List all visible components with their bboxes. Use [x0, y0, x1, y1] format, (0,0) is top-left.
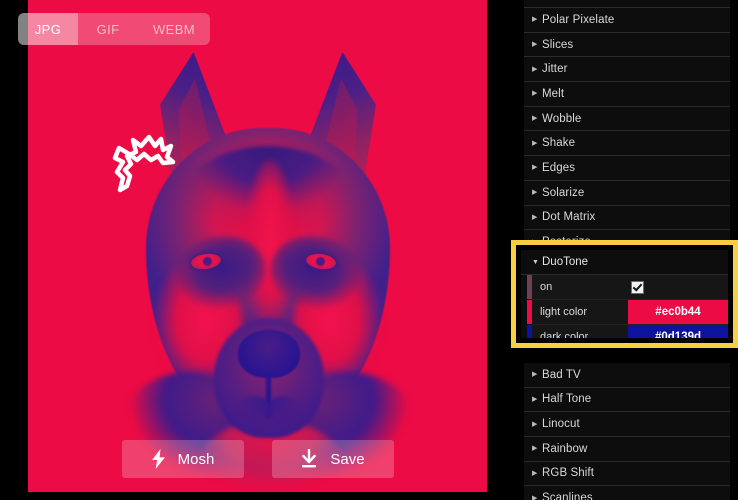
effect-row-polar-pixelate[interactable]: ▶ Polar Pixelate	[524, 8, 730, 33]
effect-label: Slices	[542, 38, 574, 51]
chevron-right-icon: ▶	[532, 90, 538, 98]
duotone-highlight-box: ▼ DuoTone on light color #ec0b44 dark co…	[511, 240, 738, 348]
effect-label: Edges	[542, 161, 576, 174]
effect-label: Half Tone	[542, 393, 592, 406]
effect-label: Solarize	[542, 186, 585, 199]
duotone-light-color-swatch[interactable]: #ec0b44	[628, 300, 728, 324]
duotone-dark-color-swatch[interactable]: #0d139d	[628, 325, 728, 338]
save-button-label: Save	[330, 450, 365, 468]
glitch-squiggle-icon	[112, 134, 176, 193]
effect-row-dot-matrix[interactable]: ▶ Dot Matrix	[524, 205, 730, 231]
row-accent-bar	[527, 275, 532, 299]
effect-label: Polar Pixelate	[542, 13, 615, 26]
mosh-button[interactable]: Mosh	[121, 440, 244, 478]
row-accent-bar	[527, 300, 532, 324]
chevron-right-icon: ▶	[532, 41, 538, 49]
lightning-bolt-icon	[151, 449, 165, 469]
effect-label: Wobble	[542, 112, 582, 125]
dog-right-lip	[266, 396, 304, 426]
editor-area: JPG GIF WEBM Mosh Save	[0, 0, 516, 500]
tab-jpg[interactable]: JPG	[18, 13, 78, 45]
effect-row-linocut[interactable]: ▶ Linocut	[524, 412, 730, 437]
effect-label: Jitter	[542, 63, 568, 76]
app-root: JPG GIF WEBM Mosh Save ▶ Polar Pixelate …	[0, 0, 738, 500]
chevron-right-icon: ▶	[532, 16, 538, 24]
effect-row-scanlines[interactable]: ▶ Scanlines	[524, 486, 730, 500]
effect-row-edges[interactable]: ▶ Edges	[524, 156, 730, 181]
effect-label: Rainbow	[542, 442, 588, 455]
dog-nose	[238, 330, 300, 378]
chevron-right-icon: ▶	[532, 445, 538, 453]
effect-row-solarize[interactable]: ▶ Solarize	[524, 180, 730, 206]
action-button-bar: Mosh Save	[28, 440, 487, 478]
duotone-on-checkbox[interactable]	[630, 280, 644, 294]
effect-label: RGB Shift	[542, 467, 595, 480]
chevron-down-icon: ▼	[532, 258, 539, 266]
chevron-right-icon: ▶	[532, 371, 538, 379]
effect-row-half-tone[interactable]: ▶ Half Tone	[524, 387, 730, 413]
chevron-right-icon: ▶	[532, 469, 538, 477]
download-icon	[302, 449, 317, 468]
chevron-right-icon: ▶	[532, 164, 538, 172]
dog-right-pupil	[316, 257, 325, 266]
chevron-right-icon: ▶	[532, 395, 538, 403]
tab-webm[interactable]: WEBM	[138, 13, 210, 45]
tab-gif[interactable]: GIF	[78, 13, 138, 45]
effect-label: Shake	[542, 137, 576, 150]
effect-label: Bad TV	[542, 368, 581, 381]
duotone-panel[interactable]: ▼ DuoTone on light color #ec0b44 dark co…	[521, 250, 728, 338]
effect-row-wobble[interactable]: ▶ Wobble	[524, 106, 730, 132]
save-button[interactable]: Save	[271, 440, 394, 478]
effect-row-shake[interactable]: ▶ Shake	[524, 131, 730, 157]
effect-row-slices[interactable]: ▶ Slices	[524, 32, 730, 58]
effect-row-partial[interactable]	[524, 0, 730, 8]
image-canvas[interactable]	[28, 0, 487, 492]
duotone-on-value[interactable]	[628, 275, 728, 299]
duotone-photo	[28, 0, 487, 492]
dog-left-pupil	[203, 257, 212, 266]
chevron-right-icon: ▶	[532, 115, 538, 123]
row-accent-bar	[527, 325, 532, 338]
duotone-light-color-label: light color	[540, 306, 588, 318]
effect-label: Linocut	[542, 418, 580, 431]
chevron-right-icon: ▶	[532, 139, 538, 147]
format-tab-bar[interactable]: JPG GIF WEBM	[18, 13, 211, 45]
effect-row-rainbow[interactable]: ▶ Rainbow	[524, 436, 730, 462]
effect-label: Melt	[542, 87, 565, 100]
chevron-right-icon: ▶	[532, 494, 538, 500]
effect-label: Dot Matrix	[542, 211, 596, 224]
duotone-dark-color-label: dark color	[540, 331, 589, 338]
effect-row-rgb-shift[interactable]: ▶ RGB Shift	[524, 461, 730, 487]
effect-row-jitter[interactable]: ▶ Jitter	[524, 57, 730, 83]
effect-row-bad-tv[interactable]: ▶ Bad TV	[524, 362, 730, 388]
chevron-right-icon: ▶	[532, 189, 538, 197]
chevron-right-icon: ▶	[532, 65, 538, 73]
effect-row-duotone[interactable]: ▼ DuoTone	[521, 250, 728, 275]
duotone-on-label: on	[540, 281, 553, 293]
effect-row-melt[interactable]: ▶ Melt	[524, 82, 730, 107]
duotone-on-row[interactable]: on	[527, 275, 728, 300]
chevron-right-icon: ▶	[532, 213, 538, 221]
duotone-dark-color-row[interactable]: dark color #0d139d	[527, 325, 728, 338]
effect-label: Scanlines	[542, 492, 593, 500]
mosh-button-label: Mosh	[177, 450, 215, 468]
duotone-light-color-row[interactable]: light color #ec0b44	[527, 300, 728, 325]
chevron-right-icon: ▶	[532, 420, 538, 428]
duotone-label: DuoTone	[542, 256, 589, 268]
